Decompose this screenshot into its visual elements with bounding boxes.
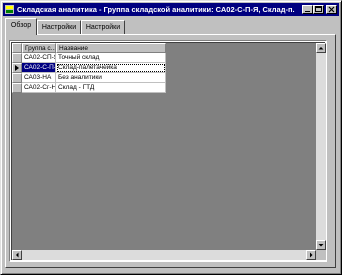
scroll-down-button[interactable] [316, 240, 326, 250]
scroll-up-button[interactable] [316, 43, 326, 53]
table-cell-name[interactable]: Склад-палетачейка [56, 63, 166, 73]
grid-body: Группа с... Название СА02-СП-Я Точный ск… [11, 42, 326, 260]
close-button[interactable] [326, 5, 337, 14]
column-header-group[interactable]: Группа с... [22, 43, 56, 53]
horizontal-scrollbar[interactable] [12, 250, 316, 260]
table-cell-group[interactable]: СА03-НА [22, 73, 56, 83]
row-indicator[interactable] [12, 73, 22, 83]
maximize-button[interactable] [313, 5, 324, 14]
row-pointer-icon [15, 65, 19, 71]
tab-settings-1[interactable]: Настройки [37, 20, 81, 34]
row-indicator[interactable] [12, 83, 22, 93]
arrow-up-icon [318, 47, 324, 50]
app-icon [5, 5, 14, 14]
table-cell-name[interactable]: Без аналитики [56, 73, 166, 83]
minimize-button[interactable] [302, 5, 313, 14]
table-cell-name[interactable]: Склад - ГТД [56, 83, 166, 93]
maximize-icon [315, 6, 322, 12]
tab-settings-2[interactable]: Настройки [81, 20, 125, 34]
arrow-right-icon [310, 252, 313, 258]
column-header-name[interactable]: Название [56, 43, 166, 53]
row-indicator[interactable] [12, 53, 22, 63]
arrow-down-icon [318, 244, 324, 247]
data-grid[interactable]: Группа с... Название СА02-СП-Я Точный ск… [9, 40, 327, 262]
app-window: Складская аналитика - Группа складской а… [0, 0, 342, 275]
tab-overview[interactable]: Обзор [5, 18, 37, 35]
close-icon [328, 6, 335, 13]
header-corner [12, 43, 22, 53]
table-cell-group[interactable]: СА02-СП-Я [22, 53, 56, 63]
scroll-right-button[interactable] [306, 250, 316, 260]
scrollbar-corner [316, 250, 326, 260]
table-cell-name[interactable]: Точный склад [56, 53, 166, 63]
vertical-scrollbar[interactable] [316, 43, 326, 250]
title-bar[interactable]: Складская аналитика - Группа складской а… [3, 3, 339, 16]
minimize-icon [305, 11, 310, 12]
window-title: Складская аналитика - Группа складской а… [17, 5, 295, 14]
row-indicator[interactable] [12, 63, 22, 73]
scroll-left-button[interactable] [12, 250, 22, 260]
table-cell-group[interactable]: СА02-С-П-Я [22, 63, 56, 73]
arrow-left-icon [16, 252, 19, 258]
table-cell-group[interactable]: СА02-Сг-НГ [22, 83, 56, 93]
